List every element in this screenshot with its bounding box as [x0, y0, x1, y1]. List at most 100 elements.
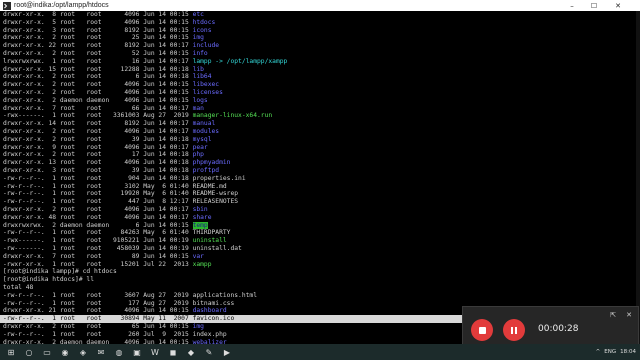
line-meta: -rw-r--r--. 1 root root 177 Aug 27 2019: [3, 299, 193, 307]
terminal-scrollbar[interactable]: [636, 11, 640, 344]
terminal-line: drwxr-xr-x. 8 root root 4096 Jun 14 00:1…: [3, 11, 204, 19]
close-button[interactable]: ✕: [608, 0, 628, 11]
line-meta: drwxr-xr-x. 8 root root 4096 Jun 14 00:1…: [3, 11, 193, 18]
taskbar-app-icon[interactable]: ◈: [76, 346, 90, 358]
taskbar-app-icon[interactable]: ✉: [94, 346, 108, 358]
terminal-line: drwxr-xr-x. 2 daemon daemon 4096 Jun 14 …: [3, 97, 208, 105]
file-name: uninstall: [192, 237, 227, 245]
file-name: proftpd: [192, 167, 220, 174]
system-tray: ^ ENG 18:04: [592, 344, 636, 360]
line-meta: -rw-r--r--. 1 root root 3607 Aug 27 2019: [3, 291, 193, 299]
line-meta: drwxr-xr-x. 7 root root 89 Jun 14 00:15: [3, 252, 193, 260]
taskbar-app-icon[interactable]: ◼: [166, 346, 180, 358]
terminal-line: -rwx------. 1 root root 3361003 Aug 27 2…: [3, 112, 272, 120]
line-meta: drwxr-xr-x. 2 root root 65 Jun 14 00:15: [3, 323, 193, 330]
terminal-output[interactable]: drwxr-xr-x. 8 root root 4096 Jun 14 00:1…: [0, 11, 640, 344]
line-meta: -rwxr-xr-x. 1 root root 15201 Jul 22 201…: [3, 260, 193, 268]
line-meta: drwxr-xr-x. 2 root root 39 Jun 14 00:18: [3, 135, 193, 143]
file-name: README.md: [192, 182, 227, 190]
line-meta: drwxr-xr-x. 3 root root 8192 Jun 14 00:1…: [3, 26, 193, 34]
taskbar-app-icon[interactable]: ◆: [184, 346, 198, 358]
taskbar-app-icon[interactable]: ▣: [130, 346, 144, 358]
file-name: properties.ini: [192, 174, 246, 182]
line-meta: -rw-r--r--. 1 root root 30894 May 11 200…: [3, 315, 193, 323]
line-meta: lrwxrwxrwx. 1 root root 16 Jun 14 00:17: [3, 57, 193, 65]
recording-timer: 00:00:28: [538, 324, 579, 334]
terminal-line: drwxr-xr-x. 2 root root 17 Jun 14 00:18 …: [3, 151, 204, 159]
line-meta: -rw-r--r--. 1 root root 260 Jul 9 2015: [3, 330, 193, 338]
expand-icon[interactable]: ⇱: [610, 311, 616, 319]
terminal-line: -rw-r--r--. 1 root root 19920 May 6 01:4…: [3, 190, 238, 198]
tray-item[interactable]: ENG: [604, 349, 616, 355]
line-meta: [root@indika htdocs]# ll: [3, 276, 94, 284]
terminal-line: -rw-r--r--. 1 root root 177 Aug 27 2019 …: [3, 300, 234, 308]
line-meta: drwxr-xr-x. 9 root root 4096 Jun 14 00:1…: [3, 143, 193, 151]
file-name: phpmyadmin: [192, 159, 231, 167]
recorder-close-icon[interactable]: ✕: [626, 311, 632, 319]
terminal-line: drwxr-xr-x. 2 root root 65 Jun 14 00:15 …: [3, 323, 204, 331]
terminal-line: drwxr-xr-x. 48 root root 4096 Jun 14 00:…: [3, 214, 212, 222]
file-name: var: [192, 252, 204, 260]
file-name: info: [192, 50, 208, 57]
file-name: manager-linux-x64.run: [192, 112, 273, 120]
file-name: bitnami.css: [192, 299, 235, 307]
taskbar-app-icon[interactable]: ◉: [58, 346, 72, 358]
file-name: include: [192, 42, 220, 50]
line-meta: drwxr-xr-x. 2 root root 4096 Jun 14 00:1…: [3, 206, 193, 213]
taskbar: ⊞ ○ ▭ ◉ ◈ ✉ ◍ ▣ W ◼ ◆ ✎ ▶ ^ ENG 18:04: [0, 344, 640, 360]
maximize-button[interactable]: ☐: [584, 0, 604, 11]
terminal-line: drwxr-xr-x. 22 root root 8192 Jun 14 00:…: [3, 42, 219, 50]
line-meta: drwxr-xr-x. 2 root root 25 Jun 14 00:15: [3, 34, 193, 42]
line-meta: drwxr-xr-x. 7 root root 66 Jun 14 00:17: [3, 104, 193, 112]
file-name: applications.html: [192, 291, 258, 299]
taskbar-app-icon[interactable]: W: [148, 346, 162, 358]
file-name: uninstall.dat: [192, 245, 242, 252]
line-meta: drwxr-xr-x. 2 daemon daemon 4096 Jun 14 …: [3, 96, 193, 104]
file-name: pear: [192, 143, 208, 151]
file-name: manual: [192, 120, 216, 128]
file-name: README-wsrep: [192, 190, 239, 198]
line-meta: -rw-r--r--. 1 root root 19920 May 6 01:4…: [3, 190, 193, 198]
pause-recording-button[interactable]: [503, 319, 525, 341]
terminal-line: [root@indika htdocs]# ll: [3, 276, 94, 284]
terminal-icon: [3, 1, 11, 10]
terminal-line: drwxr-xr-x. 2 root root 4096 Jun 14 00:1…: [3, 206, 208, 214]
stop-recording-button[interactable]: [471, 319, 493, 341]
terminal-line: -rw-r--r--. 1 root root 3102 May 6 01:40…: [3, 183, 227, 191]
line-meta: -rw-------. 1 root root 458039 Jun 14 00…: [3, 245, 193, 252]
pause-icon: [511, 326, 517, 334]
file-name: dashboard: [192, 307, 227, 315]
taskbar-app-icon[interactable]: ✎: [202, 346, 216, 358]
file-name: favicon.ico: [192, 315, 235, 323]
file-name: modules: [192, 128, 220, 135]
line-meta: drwxr-xr-x. 21 root root 4096 Jun 14 00:…: [3, 307, 193, 315]
file-name: mysql: [192, 135, 212, 143]
terminal-line: drwxr-xr-x. 21 root root 4096 Jun 14 00:…: [3, 307, 227, 315]
line-meta: drwxr-xr-x. 2 root root 6 Jun 14 00:18: [3, 73, 193, 81]
line-meta: total 48: [3, 284, 34, 291]
file-name: img: [192, 323, 204, 330]
line-meta: drwxr-xr-x. 3 root root 39 Jun 14 00:18: [3, 167, 193, 174]
file-name: temp: [192, 221, 208, 229]
line-meta: [root@indika lampp]# cd htdocs: [3, 268, 117, 276]
terminal-line: drwxr-xr-x. 7 root root 89 Jun 14 00:15 …: [3, 253, 204, 261]
taskbar-app-icon[interactable]: ▭: [40, 346, 54, 358]
minimize-button[interactable]: –: [562, 0, 582, 11]
line-meta: -rwx------. 1 root root 9105221 Jun 14 0…: [3, 237, 193, 245]
taskbar-app-icon[interactable]: ○: [22, 346, 36, 358]
line-meta: drwxr-xr-x. 2 root root 17 Jun 14 00:18: [3, 151, 193, 159]
terminal-line: -rw-------. 1 root root 458039 Jun 14 00…: [3, 245, 242, 253]
terminal-line: drwxr-xr-x. 2 root root 4096 Jun 14 00:1…: [3, 81, 219, 89]
line-meta: -rw-r--r--. 1 root root 3102 May 6 01:40: [3, 182, 193, 190]
terminal-line: -rwx------. 1 root root 9105221 Jun 14 0…: [3, 237, 227, 245]
taskbar-app-icon[interactable]: ◍: [112, 346, 126, 358]
start-icon[interactable]: ⊞: [4, 346, 18, 358]
terminal-line: -rw-r--r--. 1 root root 447 Jun 8 12:17 …: [3, 198, 238, 206]
line-meta: -rw-r--r--. 1 root root 447 Jun 8 12:17: [3, 198, 193, 206]
terminal-line: -rw-r--r--. 1 root root 904 Jun 14 00:18…: [3, 175, 246, 183]
file-name: lampp -> /opt/lampp/xampp: [192, 57, 288, 65]
taskbar-app-icon[interactable]: ▶: [220, 346, 234, 358]
tray-item[interactable]: ^: [596, 349, 601, 355]
tray-item[interactable]: 18:04: [620, 349, 636, 355]
window-title: root@indika:/opt/lampp/htdocs: [14, 2, 109, 9]
